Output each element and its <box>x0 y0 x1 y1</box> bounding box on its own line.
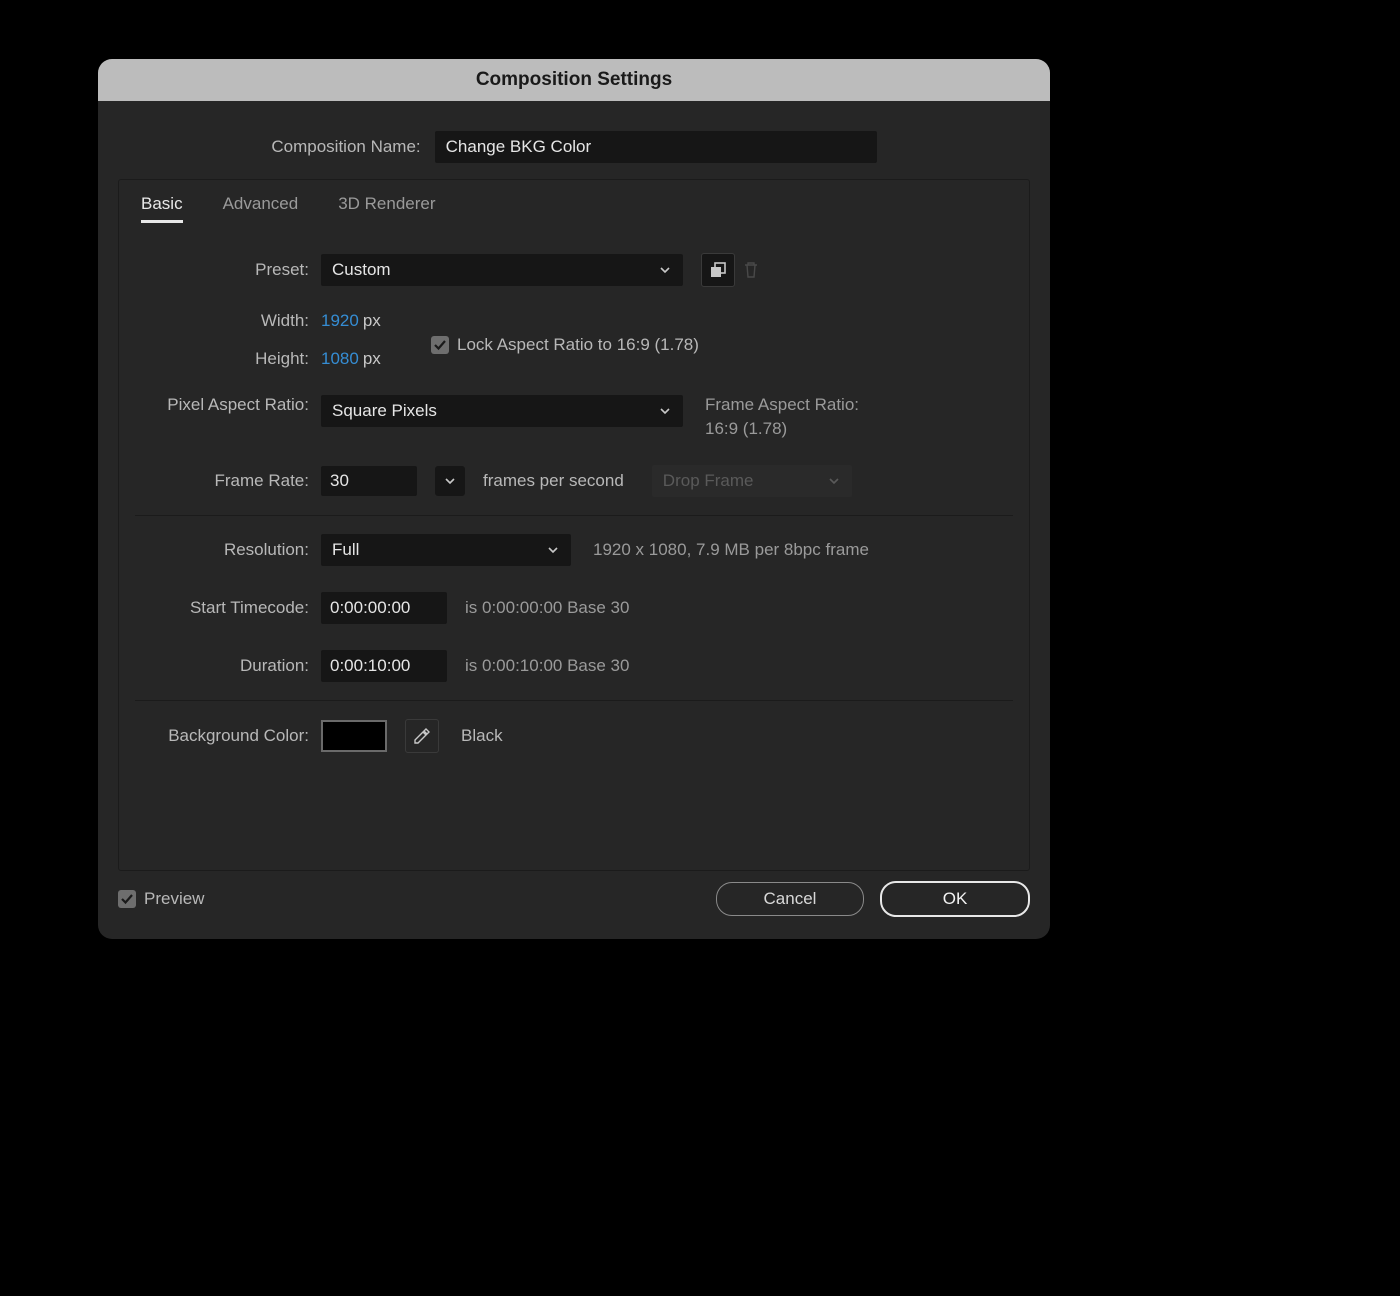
tab-basic[interactable]: Basic <box>141 194 183 223</box>
eyedropper-button[interactable] <box>405 719 439 753</box>
drop-frame-select: Drop Frame <box>652 465 852 497</box>
divider <box>135 700 1013 701</box>
tab-bar: Basic Advanced 3D Renderer <box>119 180 1029 235</box>
chevron-down-icon <box>827 474 841 488</box>
composition-name-label: Composition Name: <box>271 137 420 157</box>
chevron-down-icon <box>658 263 672 277</box>
resolution-select[interactable]: Full <box>321 534 571 566</box>
start-timecode-label: Start Timecode: <box>141 598 321 618</box>
preview-checkbox[interactable] <box>118 890 136 908</box>
pixel-aspect-value: Square Pixels <box>332 401 437 421</box>
composition-settings-dialog: Composition Settings Composition Name: B… <box>98 59 1050 939</box>
width-value[interactable]: 1920 <box>321 311 359 331</box>
dialog-title: Composition Settings <box>476 69 672 91</box>
frame-aspect-label: Frame Aspect Ratio: <box>705 395 859 415</box>
start-timecode-input[interactable] <box>321 592 447 624</box>
duration-input[interactable] <box>321 650 447 682</box>
resolution-info: 1920 x 1080, 7.9 MB per 8bpc frame <box>593 540 869 560</box>
height-value[interactable]: 1080 <box>321 349 359 369</box>
resolution-value: Full <box>332 540 359 560</box>
tab-3d-renderer[interactable]: 3D Renderer <box>338 194 435 223</box>
composition-name-input[interactable] <box>435 131 877 163</box>
height-unit: px <box>363 349 381 369</box>
frame-rate-dropdown-button[interactable] <box>435 466 465 496</box>
resolution-label: Resolution: <box>141 540 321 560</box>
preset-label: Preset: <box>141 260 321 280</box>
width-label: Width: <box>141 311 321 331</box>
preview-label: Preview <box>144 889 204 909</box>
lock-aspect-label: Lock Aspect Ratio to 16:9 (1.78) <box>457 335 699 355</box>
divider <box>135 515 1013 516</box>
preset-select[interactable]: Custom <box>321 254 683 286</box>
background-color-swatch[interactable] <box>321 720 387 752</box>
height-label: Height: <box>141 349 321 369</box>
pixel-aspect-label: Pixel Aspect Ratio: <box>141 395 321 415</box>
chevron-down-icon <box>546 543 560 557</box>
dialog-titlebar: Composition Settings <box>98 59 1050 101</box>
duration-label: Duration: <box>141 656 321 676</box>
background-color-label: Background Color: <box>141 726 321 746</box>
fps-label: frames per second <box>483 471 624 491</box>
tab-advanced[interactable]: Advanced <box>223 194 299 223</box>
lock-aspect-checkbox[interactable] <box>431 336 449 354</box>
delete-preset-button <box>735 254 767 286</box>
frame-aspect-value: 16:9 (1.78) <box>705 419 859 439</box>
save-preset-button[interactable] <box>701 253 735 287</box>
ok-button[interactable]: OK <box>880 881 1030 917</box>
duration-info: is 0:00:10:00 Base 30 <box>465 656 629 676</box>
start-timecode-info: is 0:00:00:00 Base 30 <box>465 598 629 618</box>
frame-rate-label: Frame Rate: <box>141 471 321 491</box>
drop-frame-value: Drop Frame <box>663 471 754 491</box>
settings-panel: Basic Advanced 3D Renderer Preset: Custo… <box>118 179 1030 871</box>
background-color-name: Black <box>461 726 503 746</box>
width-unit: px <box>363 311 381 331</box>
frame-rate-input[interactable] <box>321 466 417 496</box>
preset-value: Custom <box>332 260 391 280</box>
chevron-down-icon <box>658 404 672 418</box>
pixel-aspect-select[interactable]: Square Pixels <box>321 395 683 427</box>
cancel-button[interactable]: Cancel <box>716 882 864 916</box>
